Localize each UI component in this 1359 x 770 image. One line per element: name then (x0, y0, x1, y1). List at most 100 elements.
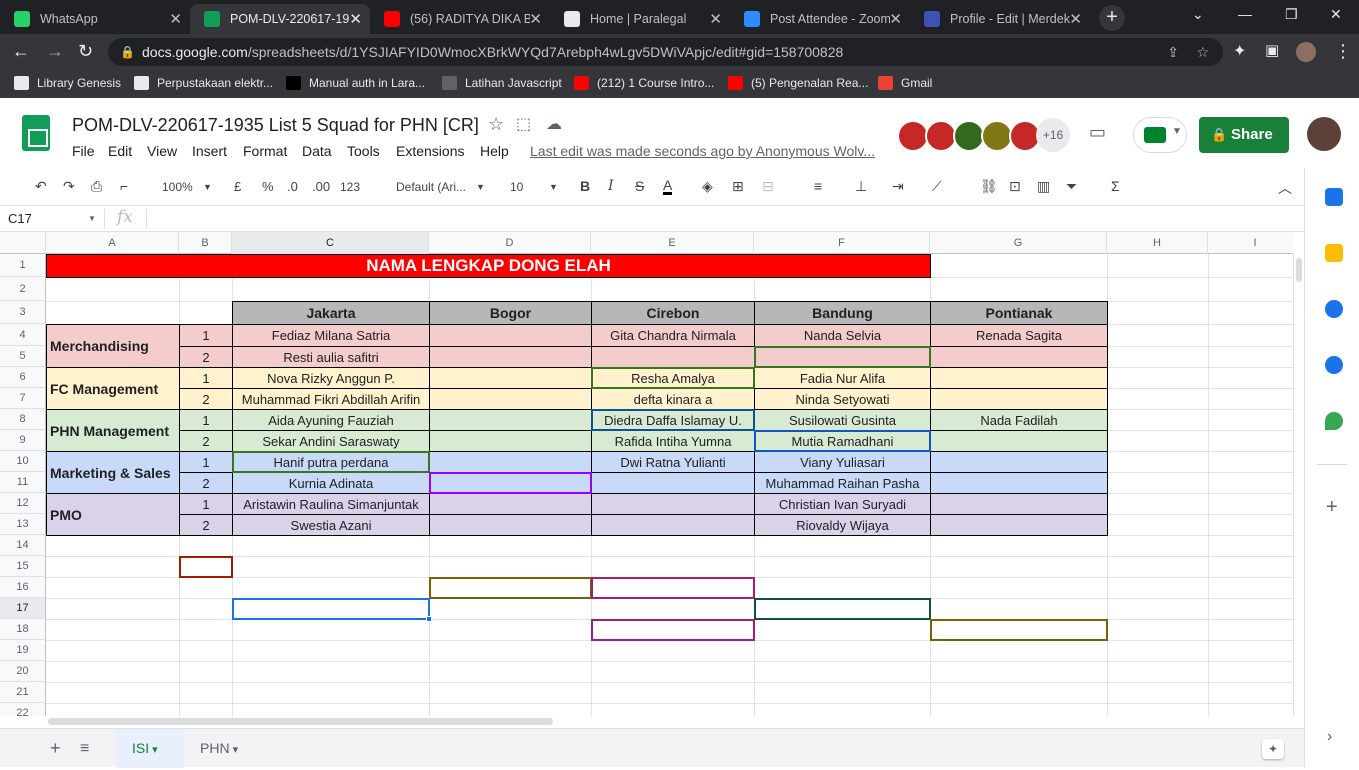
bookmark-item[interactable]: Latihan Javascript (442, 76, 562, 90)
name-cell[interactable]: Resha Amalya (591, 367, 755, 389)
new-tab-button[interactable]: + (1099, 5, 1125, 31)
insert-comment-icon[interactable]: ⊡ (1009, 178, 1021, 195)
group-label[interactable]: Marketing & Sales (46, 451, 180, 494)
close-tab-icon[interactable]: ✕ (1069, 10, 1082, 28)
browser-tab[interactable]: Profile - Edit | Merdek ✕ (910, 4, 1090, 34)
name-cell[interactable] (930, 493, 1108, 515)
row-header-22[interactable]: 22 (0, 703, 46, 716)
column-header-f[interactable]: F (754, 232, 930, 254)
name-cell[interactable]: Nada Fadilah (930, 409, 1108, 431)
name-cell[interactable] (429, 324, 592, 347)
city-header[interactable]: Pontianak (930, 301, 1108, 325)
tab-search-icon[interactable]: ⌄ (1192, 6, 1204, 23)
name-cell[interactable]: Swestia Azani (232, 514, 430, 536)
percent-button[interactable]: % (262, 179, 274, 194)
name-cell[interactable]: Renada Sagita (930, 324, 1108, 347)
row-header-3[interactable]: 3 (0, 301, 46, 324)
city-header[interactable]: Bogor (429, 301, 592, 325)
group-label[interactable]: PHN Management (46, 409, 180, 452)
name-cell[interactable]: Muhammad Raihan Pasha (754, 472, 931, 494)
menu-file[interactable]: File (72, 143, 95, 159)
name-cell[interactable] (429, 409, 592, 431)
name-cell[interactable]: Susilowati Gusinta (754, 409, 931, 431)
zoom-select[interactable]: 100% (162, 180, 193, 194)
name-cell[interactable] (930, 514, 1108, 536)
sheet-title[interactable]: NAMA LENGKAP DONG ELAH (46, 254, 931, 278)
row-header-16[interactable]: 16 (0, 577, 46, 598)
account-avatar[interactable] (1307, 117, 1341, 151)
browser-tab[interactable]: WhatsApp ✕ (0, 4, 190, 34)
reload-icon[interactable]: ↻ (78, 41, 93, 62)
name-cell[interactable]: Rafida Intiha Yumna (591, 430, 755, 452)
text-rotation-icon[interactable]: ⟋ (932, 178, 942, 195)
name-cell[interactable] (429, 451, 592, 473)
paint-format-icon[interactable]: ⌐ (120, 178, 128, 194)
name-cell[interactable] (591, 493, 755, 515)
close-tab-icon[interactable]: ✕ (529, 10, 542, 28)
name-cell[interactable]: Riovaldy Wijaya (754, 514, 931, 536)
menu-tools[interactable]: Tools (347, 143, 380, 159)
bookmark-item[interactable]: (212) 1 Course Intro... (574, 76, 714, 90)
cloud-status-icon[interactable]: ☁ (546, 114, 562, 134)
column-header-a[interactable]: A (46, 232, 179, 254)
menu-data[interactable]: Data (302, 143, 332, 159)
text-color-icon[interactable]: A (663, 178, 673, 195)
formula-input[interactable] (152, 208, 1292, 230)
scroll-thumb[interactable] (48, 718, 553, 725)
contacts-icon[interactable] (1325, 356, 1343, 374)
name-cell[interactable]: Viany Yuliasari (754, 451, 931, 473)
name-cell[interactable] (930, 367, 1108, 389)
sheet-tab-phn[interactable]: PHN ▾ (190, 729, 260, 768)
redo-icon[interactable]: ↷ (63, 178, 75, 195)
name-cell[interactable] (591, 472, 755, 494)
menu-insert[interactable]: Insert (192, 143, 227, 159)
all-sheets-icon[interactable]: ≡ (80, 729, 89, 768)
column-header-c[interactable]: C (232, 232, 429, 254)
row-number[interactable]: 2 (179, 430, 233, 452)
bookmark-item[interactable]: Manual auth in Lara... (286, 76, 425, 90)
comments-icon[interactable]: ▭ (1089, 122, 1106, 143)
menu-extensions[interactable]: Extensions (396, 143, 464, 159)
move-icon[interactable]: ⬚ (516, 114, 531, 134)
sheet-tab-isi[interactable]: ISI ▾ (116, 729, 184, 768)
row-header-4[interactable]: 4 (0, 324, 46, 346)
name-cell[interactable] (930, 472, 1108, 494)
close-tab-icon[interactable]: ✕ (349, 10, 362, 28)
name-cell[interactable] (930, 388, 1108, 410)
close-tab-icon[interactable]: ✕ (889, 10, 902, 28)
row-number[interactable]: 1 (179, 451, 233, 473)
row-number[interactable]: 2 (179, 472, 233, 494)
close-tab-icon[interactable]: ✕ (709, 10, 722, 28)
row-header-2[interactable]: 2 (0, 277, 46, 301)
name-cell[interactable] (429, 472, 592, 494)
menu-help[interactable]: Help (480, 143, 509, 159)
column-header-i[interactable]: I (1208, 232, 1293, 254)
row-header-15[interactable]: 15 (0, 556, 46, 577)
row-header-8[interactable]: 8 (0, 409, 46, 430)
profile-avatar[interactable] (1296, 42, 1316, 62)
strikethrough-icon[interactable]: S (635, 178, 644, 194)
tasks-icon[interactable] (1325, 300, 1343, 318)
borders-icon[interactable]: ⊞ (732, 178, 744, 195)
bookmark-item[interactable]: (5) Pengenalan Rea... (728, 76, 868, 90)
fill-color-icon[interactable]: ◈ (702, 178, 713, 195)
browser-menu-icon[interactable]: ⋮ (1334, 41, 1352, 62)
name-cell[interactable]: Diedra Daffa Islamay U. (591, 409, 755, 431)
italic-icon[interactable]: I (608, 178, 614, 194)
collapse-toolbar-icon[interactable]: ︿ (1278, 178, 1292, 198)
restore-icon[interactable]: ❐ (1285, 6, 1298, 23)
column-header-e[interactable]: E (591, 232, 754, 254)
name-cell[interactable]: Mutia Ramadhani (754, 430, 931, 452)
name-cell[interactable]: Kurnia Adinata (232, 472, 430, 494)
horizontal-scrollbar[interactable] (46, 716, 1293, 728)
get-addons-icon[interactable]: + (1326, 496, 1338, 519)
name-cell[interactable]: Christian Ivan Suryadi (754, 493, 931, 515)
name-box[interactable]: C17 (8, 211, 32, 226)
back-icon[interactable]: ← (12, 41, 30, 62)
bold-icon[interactable]: B (580, 178, 590, 194)
name-cell[interactable]: Gita Chandra Nirmala (591, 324, 755, 347)
name-cell[interactable] (591, 514, 755, 536)
row-header-12[interactable]: 12 (0, 493, 46, 514)
select-all-corner[interactable] (0, 232, 46, 254)
name-cell[interactable] (429, 514, 592, 536)
